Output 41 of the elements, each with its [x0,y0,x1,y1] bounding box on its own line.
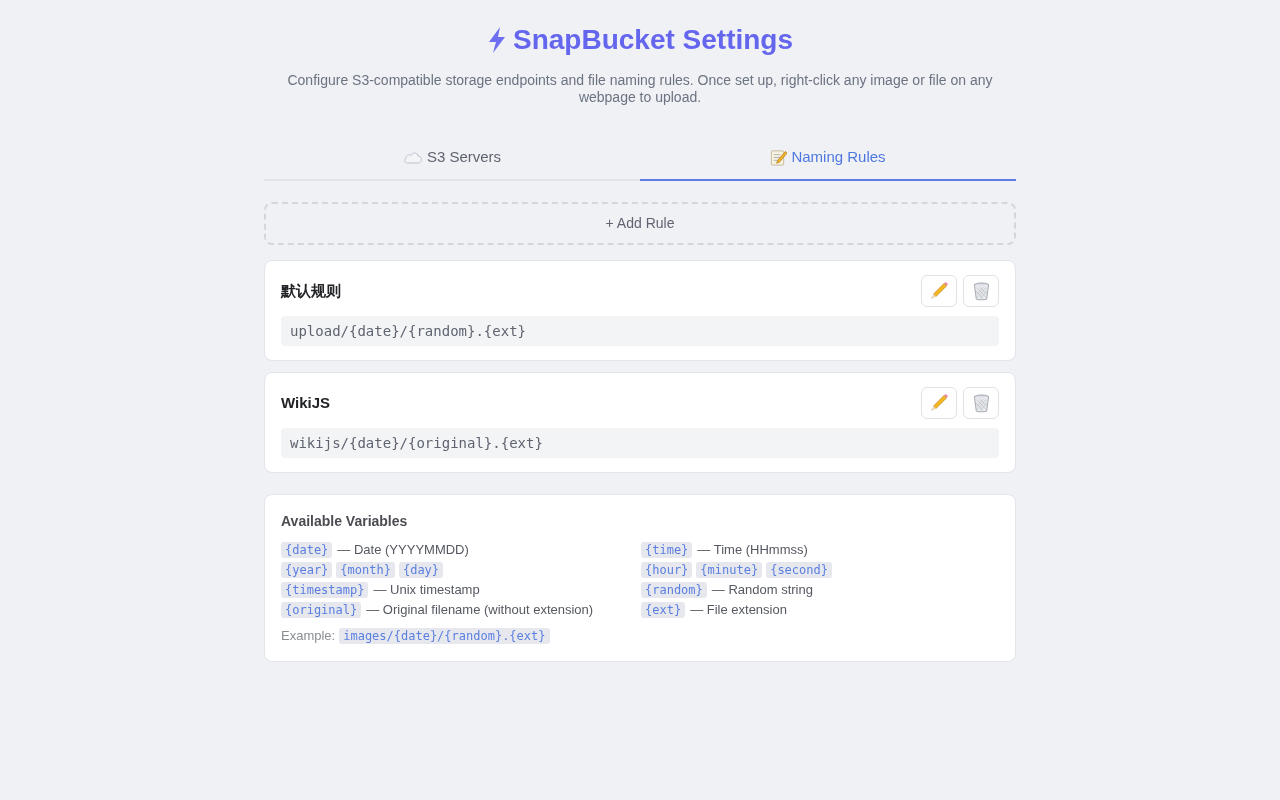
tab[interactable]: Naming Rules [640,136,1016,181]
variable-description: — Unix timestamp [373,581,480,600]
variable-token: {second} [766,562,832,578]
variables-title: Available Variables [281,512,409,531]
variable-description: — Time (HHmmss) [697,541,808,560]
variable-token: {timestamp} [281,582,369,598]
edit-button[interactable] [921,387,957,419]
variable-token: {ext} [641,602,686,618]
rule-name: 默认规则 [281,280,341,301]
edit-button[interactable] [921,275,957,307]
variable-token: {hour} [641,562,693,578]
variable-token: {month} [336,562,395,578]
variable-description: — Date (YYYYMMDD) [337,541,469,560]
variable-token: {time} [641,542,693,558]
variable-description: — File extension [690,601,787,620]
delete-button[interactable] [963,275,999,307]
delete-button[interactable] [963,387,999,419]
pencil-icon [930,282,948,300]
variable-token: {year} [281,562,333,578]
pencil-icon [930,394,948,412]
rule-name: WikiJS [281,392,331,413]
variable-token: {date} [281,542,333,558]
page-title: SnapBucket Settings [512,23,794,57]
variable-token: {random} [641,582,707,598]
lightning-icon [486,26,507,54]
variable-description: — Random string [711,581,813,600]
page-description: Configure S3-compatible storage endpoints and file naming rules. Once set up, right-click any image or file on any webpage to upload. [286,72,994,106]
wastebasket-icon [972,281,990,301]
add-rule-button[interactable]: + Add Rule [264,202,1016,245]
wastebasket-icon [972,393,990,413]
tab[interactable]: S3 Servers [264,136,640,181]
variable-token: {original} [281,602,362,618]
example-pattern: images/{date}/{random}.{ext} [339,627,550,644]
notepad-pencil-icon [770,149,788,166]
rule-pattern: wikijs/{date}/{original}.{ext} [281,428,999,458]
cloud-icon [402,151,423,164]
rule-pattern: upload/{date}/{random}.{ext} [281,316,999,346]
example-label: Example: [281,627,336,645]
variable-description: — Original filename (without extension) [366,601,594,620]
variable-token: {day} [398,562,444,578]
variable-token: {minute} [696,562,763,578]
